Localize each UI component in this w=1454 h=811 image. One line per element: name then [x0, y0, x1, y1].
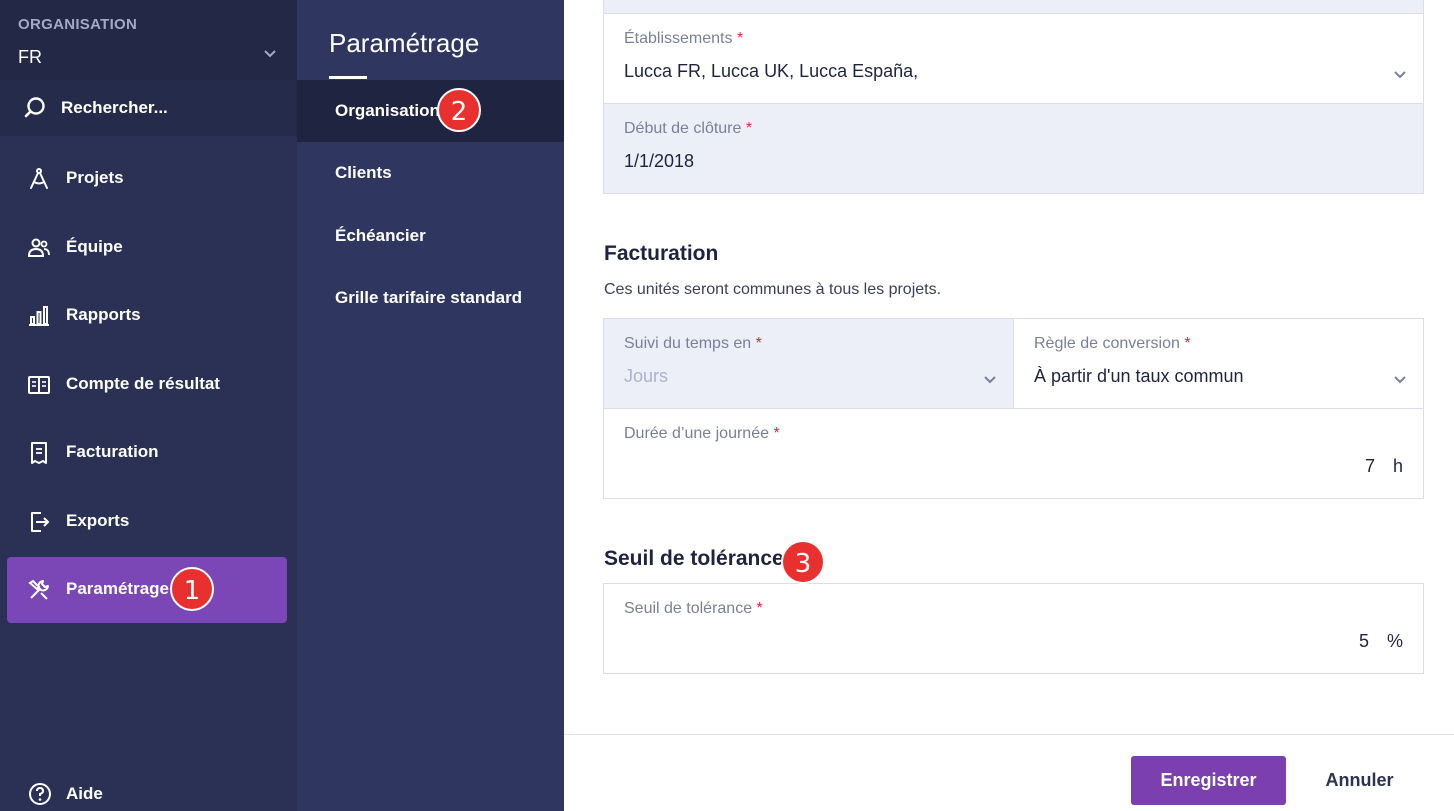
duree-journee-input[interactable]: 7h	[1365, 456, 1403, 477]
etablissements-label: Établissements *	[624, 30, 744, 47]
search-button[interactable]: Rechercher...	[0, 80, 297, 136]
sidebar-item-label: Paramétrage	[66, 579, 170, 598]
clipped-field-top	[603, 0, 1424, 14]
debut-cloture-value: 1/1/2018	[624, 151, 695, 171]
seuil-tolerance-unit: %	[1386, 631, 1403, 651]
suivi-temps-select[interactable]: Suivi du temps en * Jours	[603, 318, 1014, 409]
main-sidebar: ORGANISATION FR Rechercher... Projets Éq…	[0, 0, 297, 811]
sidebar-item-label: Facturation	[66, 442, 159, 461]
bar-chart-icon	[29, 306, 49, 326]
subnav-item-clients[interactable]: Clients	[297, 142, 564, 204]
facturation-section-description: Ces unités seront communes à tous les pr…	[604, 281, 942, 298]
organisation-value: FR	[18, 47, 42, 67]
sidebar-item-label: Exports	[66, 511, 130, 530]
help-icon	[29, 783, 51, 805]
compass-icon	[30, 168, 48, 189]
sidebar-item-label: Projets	[66, 168, 124, 187]
form-footer: Enregistrer Annuler	[564, 734, 1454, 811]
sidebar-item-projets[interactable]: Projets	[7, 146, 287, 212]
duree-journee-field[interactable]: Durée d’une journée * 7h	[603, 408, 1424, 499]
etablissements-value: Lucca FR, Lucca UK, Lucca España,	[624, 61, 919, 81]
debut-cloture-field[interactable]: Début de clôture * 1/1/2018	[603, 103, 1424, 194]
regle-conversion-select[interactable]: Règle de conversion * À partir d'un taux…	[1013, 318, 1424, 409]
organisation-selector[interactable]: ORGANISATION FR	[0, 0, 297, 80]
duree-journee-unit: h	[1392, 456, 1403, 476]
subnav-item-label: Grille tarifaire standard	[335, 288, 523, 307]
chevron-down-icon	[264, 50, 276, 58]
annotation-badge-2: 2	[437, 88, 481, 132]
duree-journee-value: 7	[1364, 456, 1375, 476]
search-icon	[24, 97, 45, 118]
subnav-item-grille-tarifaire[interactable]: Grille tarifaire standard	[297, 267, 564, 329]
regle-conversion-value: À partir d'un taux commun	[1034, 366, 1244, 386]
chevron-down-icon	[1394, 376, 1406, 384]
main-content: Établissements * Lucca FR, Lucca UK, Luc…	[564, 0, 1454, 811]
settings-subnav: Paramétrage Organisation Clients Échéanc…	[297, 0, 564, 811]
users-icon	[27, 238, 50, 257]
etablissements-select[interactable]: Établissements * Lucca FR, Lucca UK, Luc…	[603, 13, 1424, 104]
subnav-item-label: Clients	[335, 163, 392, 182]
debut-cloture-label: Début de clôture *	[624, 120, 753, 137]
export-icon	[31, 512, 50, 532]
suivi-temps-label: Suivi du temps en *	[624, 335, 762, 352]
receipt-icon	[31, 442, 47, 464]
seuil-tolerance-field[interactable]: Seuil de tolérance * 5%	[603, 583, 1424, 674]
sidebar-item-exports[interactable]: Exports	[7, 489, 287, 555]
subnav-item-echeancier[interactable]: Échéancier	[297, 205, 564, 267]
sidebar-item-equipe[interactable]: Équipe	[7, 215, 287, 281]
subnav-item-organisation[interactable]: Organisation	[297, 80, 564, 142]
subnav-item-label: Organisation	[335, 101, 440, 120]
annotation-badge-3: 3	[781, 540, 825, 584]
subnav-title: Paramétrage	[329, 28, 480, 58]
facturation-section-title: Facturation	[604, 242, 719, 265]
regle-conversion-label: Règle de conversion *	[1034, 335, 1191, 352]
search-label: Rechercher...	[61, 98, 168, 117]
sidebar-item-label: Équipe	[66, 237, 123, 256]
save-button[interactable]: Enregistrer	[1131, 756, 1286, 805]
subnav-title-underline	[329, 76, 367, 79]
sidebar-item-parametrage[interactable]: Paramétrage	[7, 557, 287, 623]
sidebar-item-compte-de-resultat[interactable]: Compte de résultat	[7, 352, 287, 418]
seuil-section-title: Seuil de tolérance	[604, 547, 784, 570]
suivi-temps-value: Jours	[624, 366, 669, 386]
chevron-down-icon	[984, 376, 996, 384]
cancel-button[interactable]: Annuler	[1302, 756, 1417, 805]
subnav-item-label: Échéancier	[335, 226, 426, 245]
duree-journee-label: Durée d’une journée *	[624, 425, 780, 442]
chevron-down-icon	[1394, 71, 1406, 79]
book-icon	[28, 376, 50, 394]
annotation-badge-1: 1	[170, 567, 214, 611]
seuil-tolerance-value: 5	[1358, 631, 1369, 651]
sidebar-item-label: Rapports	[66, 305, 141, 324]
sidebar-item-label: Compte de résultat	[66, 374, 220, 393]
help-label: Aide	[66, 784, 103, 803]
seuil-tolerance-label: Seuil de tolérance *	[624, 600, 763, 617]
sidebar-item-facturation[interactable]: Facturation	[7, 420, 287, 486]
tools-icon	[28, 579, 49, 600]
sidebar-item-rapports[interactable]: Rapports	[7, 283, 287, 349]
organisation-label: ORGANISATION	[18, 16, 138, 33]
seuil-tolerance-input[interactable]: 5%	[1359, 631, 1403, 652]
